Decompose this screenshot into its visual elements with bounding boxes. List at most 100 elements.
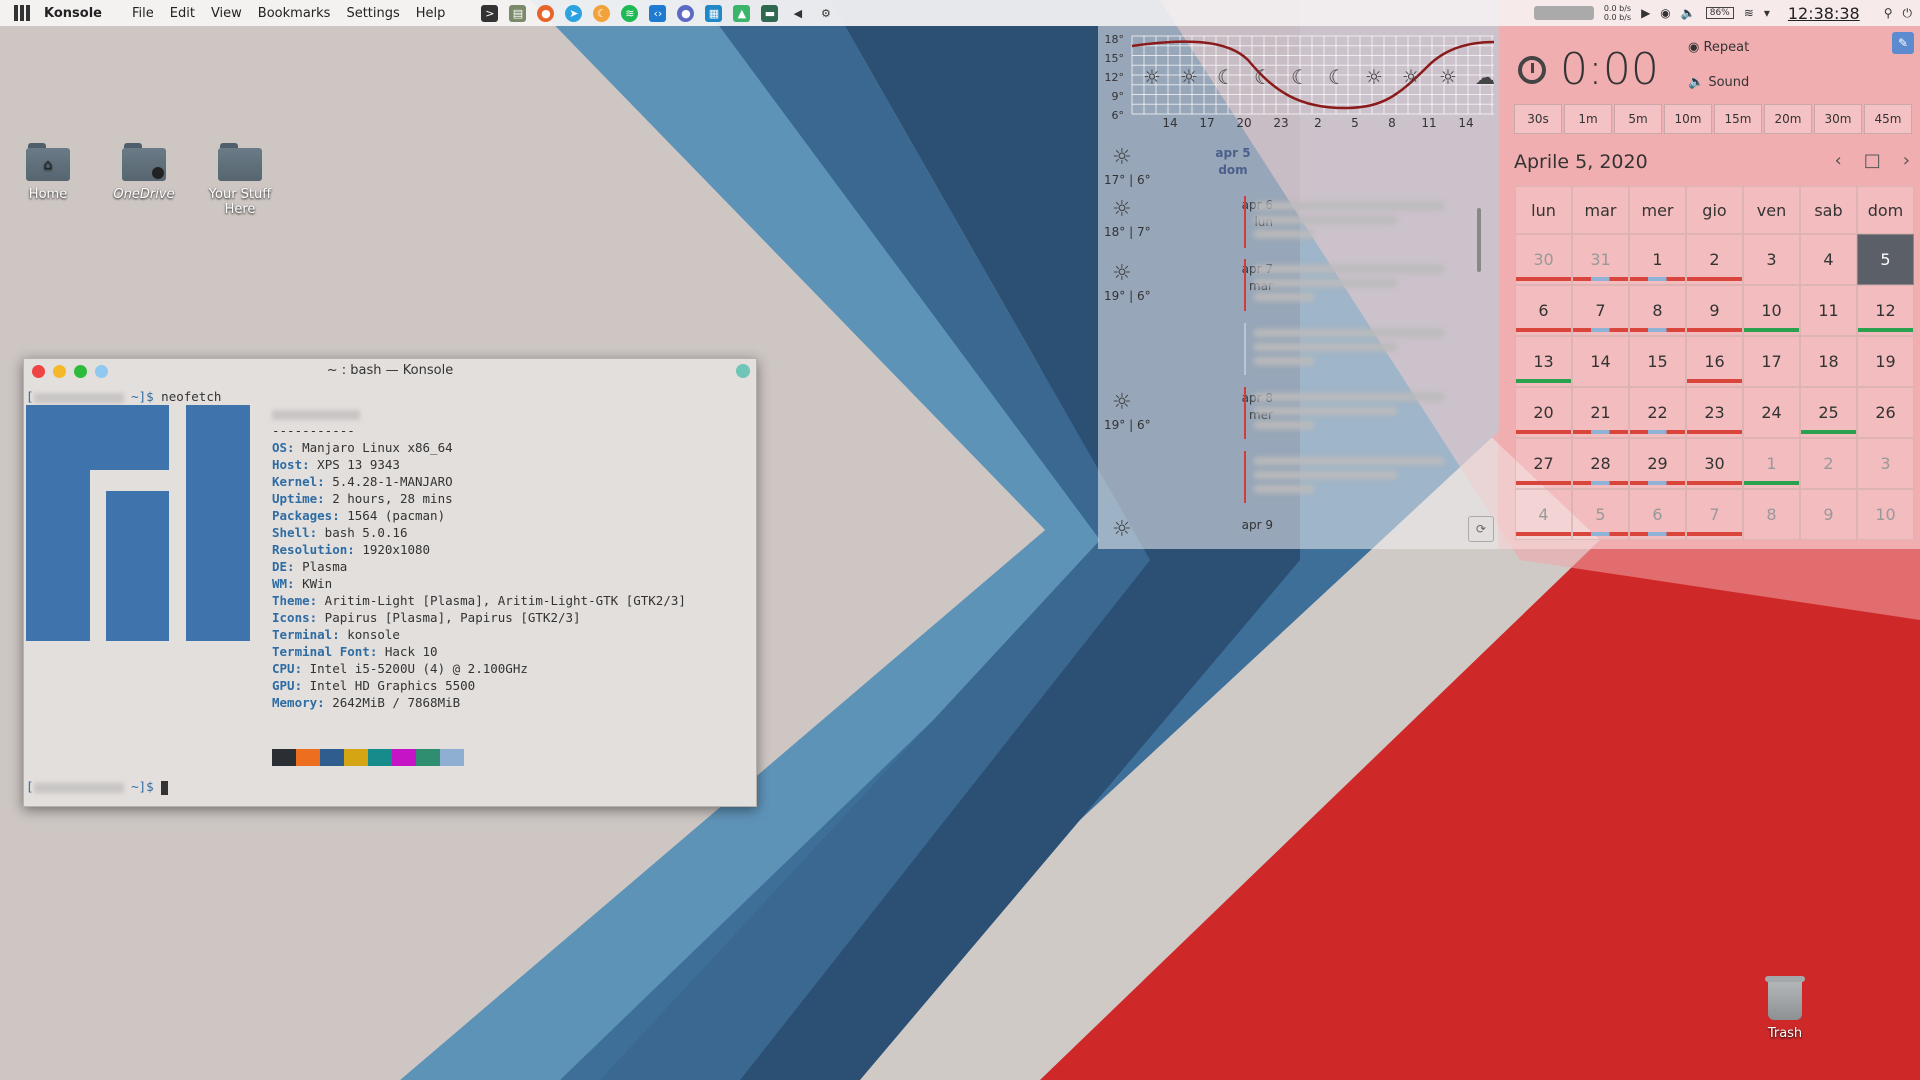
desktop-icon-onedrive[interactable]: OneDrive bbox=[104, 143, 184, 202]
calendar-day[interactable]: 31 bbox=[1572, 234, 1629, 285]
terminal-icon[interactable]: > bbox=[481, 4, 499, 22]
pin-icon[interactable]: ✎ bbox=[1892, 32, 1914, 54]
menu-help[interactable]: Help bbox=[416, 6, 446, 21]
calendar-day[interactable]: 1 bbox=[1629, 234, 1686, 285]
preset-button-5m[interactable]: 5m bbox=[1614, 104, 1662, 134]
menu-edit[interactable]: Edit bbox=[170, 6, 195, 21]
calendar-day[interactable]: 15 bbox=[1629, 336, 1686, 387]
desktop-icon-your-stuff[interactable]: Your Stuff Here bbox=[200, 143, 280, 217]
preset-button-15m[interactable]: 15m bbox=[1714, 104, 1762, 134]
night-light-icon[interactable]: ☾ bbox=[593, 4, 611, 22]
calendar-day[interactable]: 5 bbox=[1857, 234, 1914, 285]
previous-month-icon[interactable]: ‹ bbox=[1835, 150, 1842, 171]
pager-icon[interactable] bbox=[1533, 6, 1594, 20]
menu-file[interactable]: File bbox=[132, 6, 154, 21]
telegram-icon[interactable]: ➤ bbox=[565, 4, 583, 22]
calendar-day[interactable]: 8 bbox=[1629, 285, 1686, 336]
calendar-event[interactable] bbox=[1244, 196, 1484, 248]
calendar-day[interactable]: 24 bbox=[1743, 387, 1800, 438]
calendar-day[interactable]: 26 bbox=[1857, 387, 1914, 438]
refresh-icon[interactable]: ⟳ bbox=[1468, 516, 1494, 542]
calendar-day[interactable]: 19 bbox=[1857, 336, 1914, 387]
keep-above-button[interactable] bbox=[736, 364, 750, 378]
calendar-day[interactable]: 25 bbox=[1800, 387, 1857, 438]
calendar-day[interactable]: 4 bbox=[1800, 234, 1857, 285]
timer[interactable]: 0:00 bbox=[1518, 44, 1659, 95]
konsole-window[interactable]: ~ : bash — Konsole [ ~]$ neofetch ------… bbox=[23, 358, 757, 807]
calendar-day[interactable]: 11 bbox=[1800, 285, 1857, 336]
window-titlebar[interactable]: ~ : bash — Konsole bbox=[24, 359, 756, 383]
volume-icon[interactable]: 🔈 bbox=[1681, 6, 1696, 20]
calendar-event[interactable] bbox=[1244, 323, 1484, 375]
calendar-day[interactable]: 2 bbox=[1800, 438, 1857, 489]
sound-option[interactable]: 🔈 Sound bbox=[1688, 75, 1749, 90]
calendar-day[interactable]: 16 bbox=[1686, 336, 1743, 387]
preset-button-30s[interactable]: 30s bbox=[1514, 104, 1562, 134]
preset-button-30m[interactable]: 30m bbox=[1814, 104, 1862, 134]
monitor-app-icon[interactable]: ▬ bbox=[761, 4, 779, 22]
file-manager-icon[interactable]: ▤ bbox=[509, 4, 527, 22]
today-square-icon[interactable]: □ bbox=[1864, 150, 1881, 171]
battery-icon[interactable]: 86% bbox=[1705, 7, 1734, 19]
calendar-day[interactable]: 4 bbox=[1515, 489, 1572, 540]
calendar-day[interactable]: 6 bbox=[1629, 489, 1686, 540]
digital-clock[interactable]: 12:38:38 bbox=[1788, 4, 1860, 23]
calendar-day[interactable]: 7 bbox=[1686, 489, 1743, 540]
vscode-icon[interactable]: ‹› bbox=[649, 4, 667, 22]
calendar-day[interactable]: 6 bbox=[1515, 285, 1572, 336]
calendar-day[interactable]: 10 bbox=[1743, 285, 1800, 336]
calendar-day[interactable]: 12 bbox=[1857, 285, 1914, 336]
calendar-day[interactable]: 13 bbox=[1515, 336, 1572, 387]
calendar-day[interactable]: 1 bbox=[1743, 438, 1800, 489]
calendar-day[interactable]: 2 bbox=[1686, 234, 1743, 285]
timer-display[interactable]: 0:00 bbox=[1560, 44, 1659, 95]
calendar-day[interactable]: 18 bbox=[1800, 336, 1857, 387]
calendar-day[interactable]: 22 bbox=[1629, 387, 1686, 438]
terminal-area[interactable]: [ ~]$ neofetch ----------- OS: Manjaro L… bbox=[24, 383, 756, 807]
preset-button-45m[interactable]: 45m bbox=[1864, 104, 1912, 134]
calendar-day[interactable]: 30 bbox=[1515, 234, 1572, 285]
manjaro-logo-icon[interactable] bbox=[14, 5, 34, 21]
preset-button-10m[interactable]: 10m bbox=[1664, 104, 1712, 134]
weather-widget[interactable]: 18° 15° 12° 9° 6° 14 17 20 23 2 5 8 11 14 ☼ ☼ ☾ ☾ ☾ ☾ ☼ ☼ ☼ ☁ ☼… bbox=[1098, 26, 1498, 549]
volume-launcher-icon[interactable]: ◀ bbox=[789, 5, 806, 22]
calendar-day[interactable]: 8 bbox=[1743, 489, 1800, 540]
menu-view[interactable]: View bbox=[211, 6, 242, 21]
calendar-event[interactable] bbox=[1244, 387, 1484, 439]
menu-bookmarks[interactable]: Bookmarks bbox=[258, 6, 331, 21]
preset-button-1m[interactable]: 1m bbox=[1564, 104, 1612, 134]
calendar-day[interactable]: 9 bbox=[1800, 489, 1857, 540]
app-icon[interactable]: ● bbox=[677, 4, 695, 22]
calendar-day[interactable]: 3 bbox=[1857, 438, 1914, 489]
calendar-day[interactable]: 10 bbox=[1857, 489, 1914, 540]
calendar-day[interactable]: 21 bbox=[1572, 387, 1629, 438]
android-icon[interactable]: ▲ bbox=[733, 4, 751, 22]
chart-app-icon[interactable]: ▦ bbox=[705, 4, 723, 22]
calendar-day[interactable]: 14 bbox=[1572, 336, 1629, 387]
calendar-day[interactable]: 9 bbox=[1686, 285, 1743, 336]
calendar-day[interactable]: 29 bbox=[1629, 438, 1686, 489]
calendar-day[interactable]: 30 bbox=[1686, 438, 1743, 489]
calendar-event[interactable] bbox=[1244, 451, 1484, 503]
calendar-title[interactable]: Aprile 5, 2020 bbox=[1514, 151, 1648, 173]
chevron-down-icon[interactable]: ▾ bbox=[1764, 6, 1770, 20]
calendar-day[interactable]: 7 bbox=[1572, 285, 1629, 336]
calendar-day[interactable]: 5 bbox=[1572, 489, 1629, 540]
power-icon[interactable]: ⏻ bbox=[1903, 6, 1913, 21]
calendar-event[interactable] bbox=[1244, 259, 1484, 311]
menu-settings[interactable]: Settings bbox=[346, 6, 399, 21]
spotify-icon[interactable]: ≋ bbox=[621, 4, 639, 22]
media-play-icon[interactable]: ▶ bbox=[1641, 6, 1650, 20]
calendar-day[interactable]: 3 bbox=[1743, 234, 1800, 285]
location-pin-icon[interactable]: ⚲ bbox=[1884, 6, 1893, 20]
preset-button-20m[interactable]: 20m bbox=[1764, 104, 1812, 134]
next-month-icon[interactable]: › bbox=[1903, 150, 1910, 171]
firefox-icon[interactable]: ● bbox=[537, 4, 555, 22]
calendar-day[interactable]: 28 bbox=[1572, 438, 1629, 489]
calendar-day[interactable]: 27 bbox=[1515, 438, 1572, 489]
calendar-day[interactable]: 23 bbox=[1686, 387, 1743, 438]
play-circle-icon[interactable]: ◉ bbox=[1660, 6, 1670, 20]
desktop-icon-trash[interactable]: Trash bbox=[1755, 976, 1815, 1041]
gears-icon[interactable]: ⚙ bbox=[817, 5, 834, 22]
calendar-day[interactable]: 17 bbox=[1743, 336, 1800, 387]
